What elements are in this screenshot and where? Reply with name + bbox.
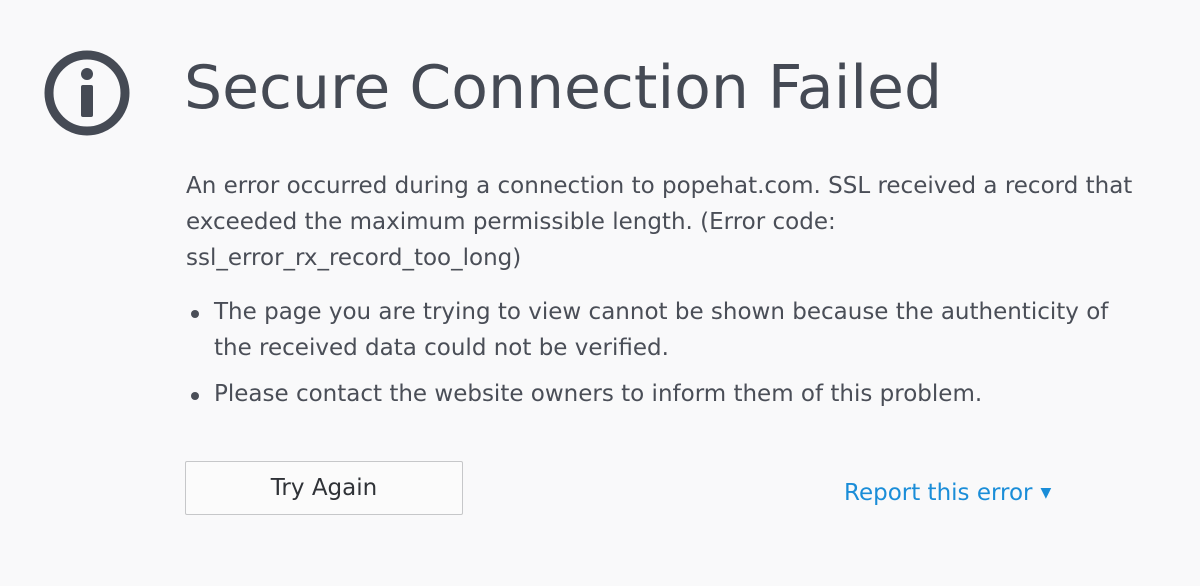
- try-again-button[interactable]: Try Again: [185, 461, 463, 515]
- chevron-down-icon[interactable]: ▼: [1041, 476, 1052, 510]
- list-item: Please contact the website owners to inf…: [186, 376, 1146, 412]
- list-item: The page you are trying to view cannot b…: [186, 294, 1146, 366]
- info-icon: [44, 50, 130, 136]
- page-title: Secure Connection Failed: [184, 53, 943, 123]
- suggestion-list: The page you are trying to view cannot b…: [186, 294, 1146, 422]
- error-description: An error occurred during a connection to…: [186, 173, 1133, 271]
- report-error-link[interactable]: Report this error ▼: [844, 476, 1051, 510]
- report-error-label[interactable]: Report this error: [844, 480, 1033, 506]
